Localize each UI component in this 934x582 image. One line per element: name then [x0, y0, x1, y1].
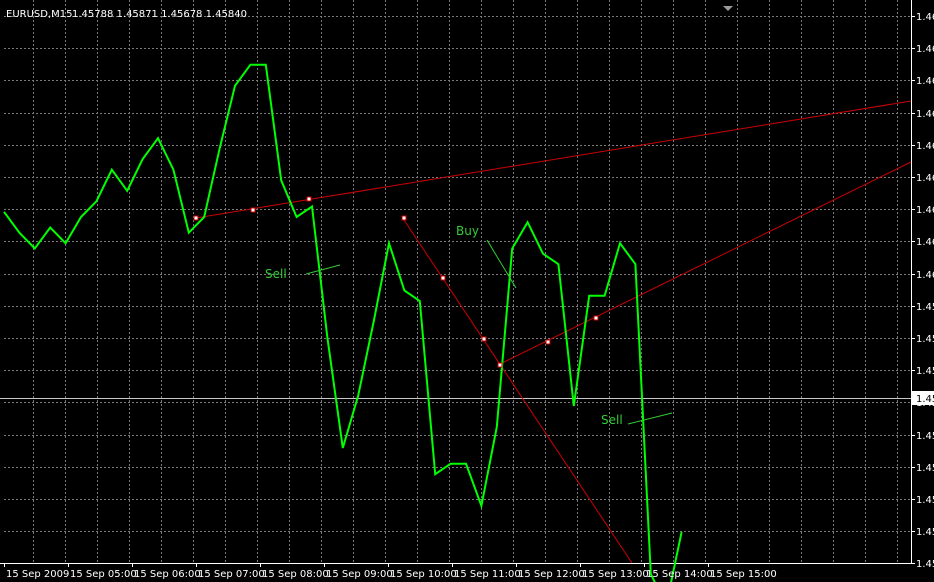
- annotation-label: Sell: [601, 413, 623, 427]
- trendline[interactable]: [497, 161, 912, 366]
- y-tick-label: 1.45: [916, 527, 934, 538]
- ohlc-quotes: 1.45788 1.45871 1.45678 1.45840: [72, 9, 247, 20]
- symbol-timeframe: EURUSD,M15: [6, 9, 72, 20]
- price-chart[interactable]: SellBuySell 1.461.461.461.461.461.461.46…: [0, 0, 934, 582]
- y-tick-label: 1.45: [916, 463, 934, 474]
- trendline-anchor[interactable]: [545, 339, 551, 345]
- time-axis[interactable]: 15 Sep 2009 15 Sep 05:0015 Sep 06:0015 Se…: [4, 563, 777, 580]
- trendline-anchor[interactable]: [593, 315, 599, 321]
- trendline-anchor[interactable]: [497, 362, 503, 368]
- y-tick-label: 1.45: [916, 431, 934, 442]
- trendline-anchor[interactable]: [440, 275, 446, 281]
- trendline-anchors[interactable]: [193, 196, 599, 368]
- trendline-anchor[interactable]: [193, 215, 199, 221]
- x-tick-label: 15 Sep 10:00: [390, 569, 457, 580]
- annotation-label: Buy: [456, 224, 479, 238]
- x-tick-label: 15 Sep 14:00: [646, 569, 713, 580]
- x-tick-label: 15 Sep 12:00: [518, 569, 585, 580]
- trendline-anchor[interactable]: [250, 207, 256, 213]
- y-tick-label: 1.45: [916, 302, 934, 313]
- trendline[interactable]: [401, 216, 633, 564]
- x-tick-label: 15 Sep 11:00: [454, 569, 521, 580]
- chart-header: EURUSD,M15 1.45788 1.45871 1.45678 1.458…: [6, 9, 247, 20]
- trendline-anchor[interactable]: [306, 196, 312, 202]
- chart-grid: [0, 0, 912, 564]
- y-tick-label: 1.45: [916, 559, 934, 570]
- current-price-label: 1.45: [916, 394, 934, 405]
- price-line: [3, 63, 683, 582]
- y-tick-label: 1.46: [916, 270, 934, 281]
- y-tick-label: 1.46: [916, 141, 934, 152]
- price-axis[interactable]: 1.46 1.46 1.46 1.46 1.46 1.46 1.46 1.46 1.46 1.45…: [911, 12, 934, 570]
- x-tick-label: 15 Sep 15:00: [710, 569, 777, 580]
- chart-shift-marker-icon[interactable]: [723, 6, 733, 11]
- annotation-pointer: [305, 264, 341, 275]
- x-tick-label: 15 Sep 09:00: [326, 569, 393, 580]
- y-tick-label: 1.46: [916, 12, 934, 23]
- trendlines[interactable]: [195, 100, 912, 564]
- y-tick-label: 1.45: [916, 366, 934, 377]
- y-tick-label: 1.46: [916, 237, 934, 248]
- y-tick-label: 1.45: [916, 495, 934, 506]
- y-tick-label: 1.46: [916, 205, 934, 216]
- annotation-pointer: [627, 412, 673, 425]
- annotation-label: Sell: [265, 267, 287, 281]
- chart-window[interactable]: SellBuySell 1.461.461.461.461.461.461.46…: [0, 0, 934, 582]
- x-tick-label: 15 Sep 2009: [6, 569, 69, 580]
- x-tick-label: 15 Sep 05:00: [70, 569, 137, 580]
- y-tick-label: 1.46: [916, 173, 934, 184]
- trendline-anchor[interactable]: [401, 215, 407, 221]
- y-tick-label: 1.46: [916, 44, 934, 55]
- y-tick-label: 1.45: [916, 334, 934, 345]
- x-tick-label: 15 Sep 08:00: [262, 569, 329, 580]
- x-tick-label: 15 Sep 07:00: [198, 569, 265, 580]
- trendline-anchor[interactable]: [481, 336, 487, 342]
- y-tick-label: 1.46: [916, 76, 934, 87]
- x-tick-label: 15 Sep 06:00: [134, 569, 201, 580]
- x-tick-label: 15 Sep 13:00: [582, 569, 649, 580]
- trendline[interactable]: [195, 100, 912, 219]
- y-tick-label: 1.46: [916, 109, 934, 120]
